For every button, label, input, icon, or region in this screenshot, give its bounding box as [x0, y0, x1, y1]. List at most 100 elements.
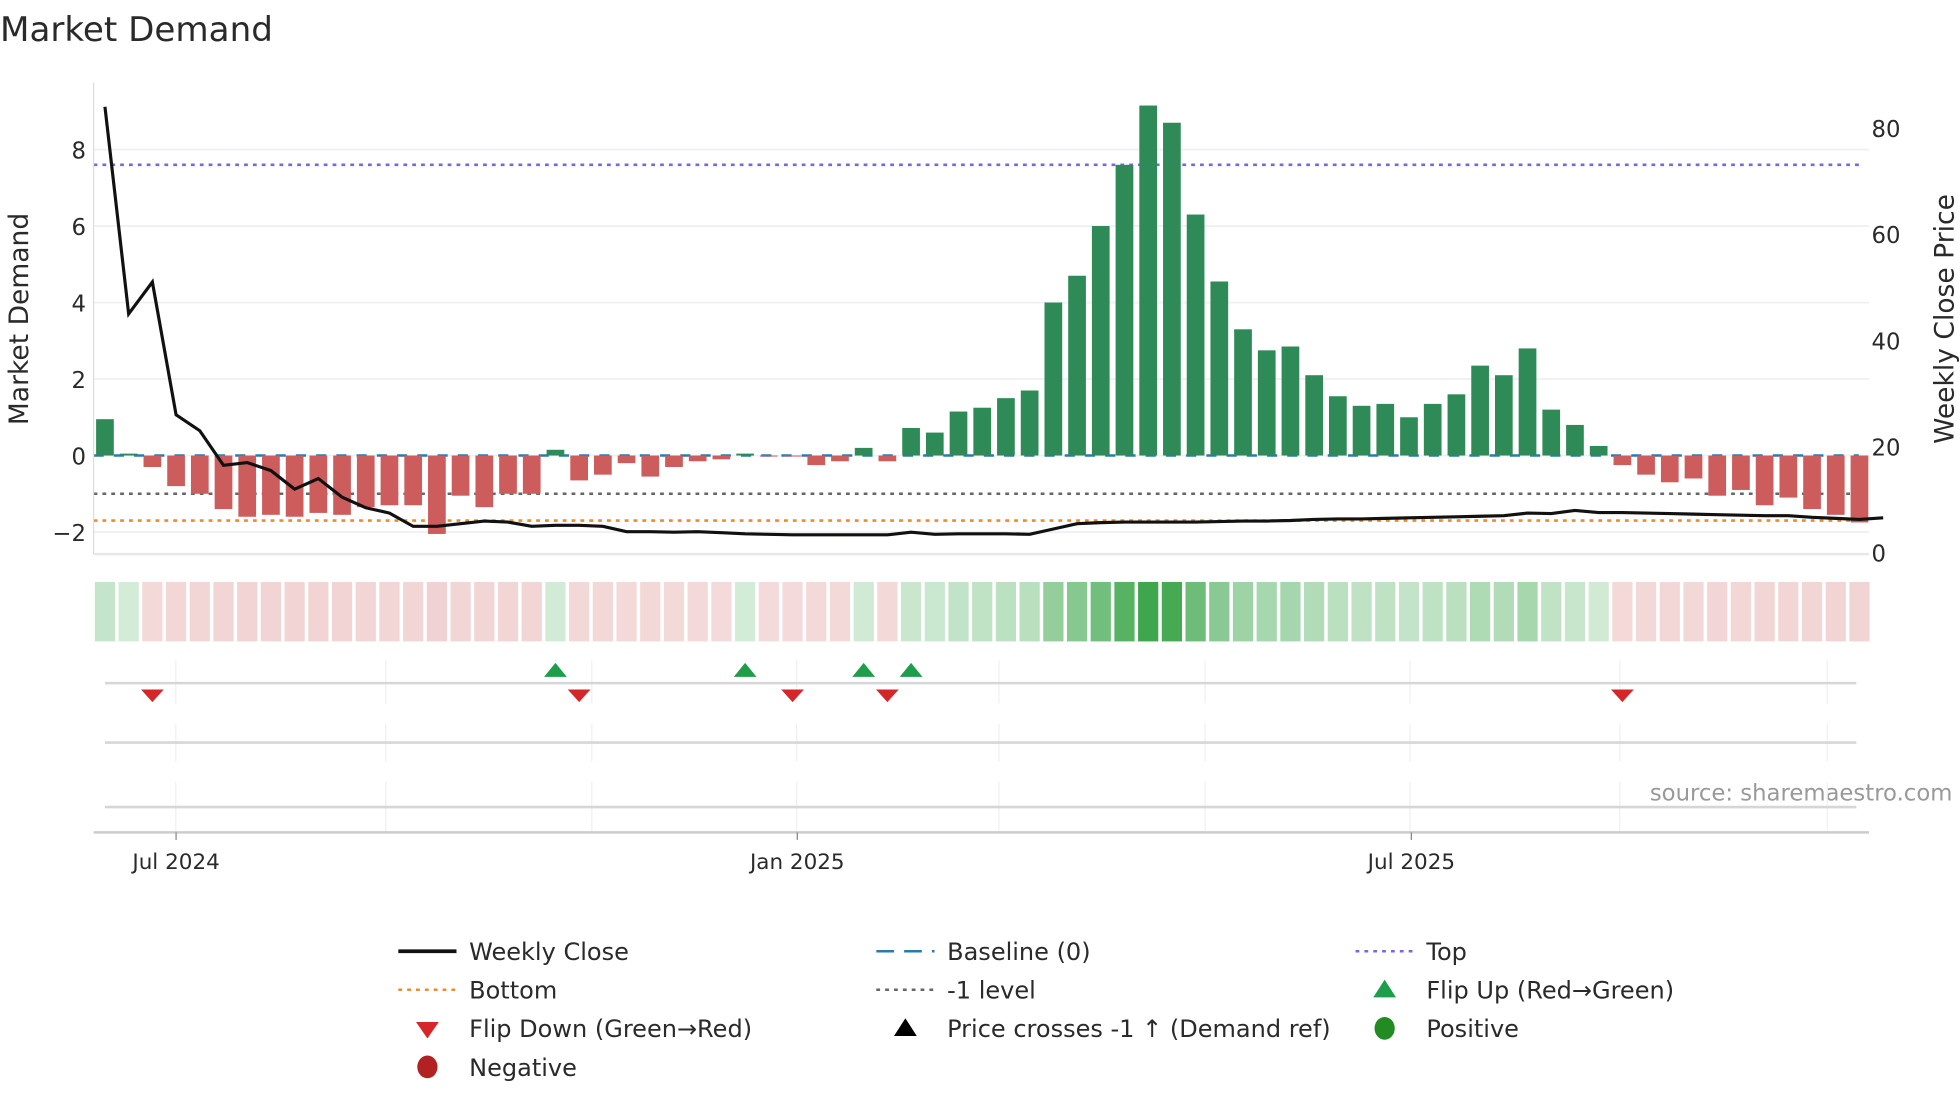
heatmap-cell	[284, 581, 305, 642]
demand-bar	[1305, 375, 1323, 456]
heatmap-cell	[450, 581, 471, 642]
demand-bar	[1850, 455, 1869, 523]
heatmap-cell	[1304, 581, 1325, 642]
heatmap-cell	[1161, 581, 1183, 642]
heatmap-cell	[426, 581, 448, 642]
legend-label: Positive	[1426, 1015, 1519, 1043]
y-tick-label: 8	[72, 138, 86, 164]
y2-tick-label: 80	[1871, 117, 1900, 143]
flip-up-marker	[852, 662, 876, 677]
heatmap-cell	[1541, 581, 1562, 642]
demand-bar	[854, 447, 873, 456]
heatmap-cell	[806, 581, 827, 642]
demand-bar	[546, 449, 565, 456]
demand-bar	[1044, 302, 1063, 456]
demand-bar	[522, 455, 541, 494]
heatmap-cell	[94, 581, 116, 642]
chart-title: Market Demand	[0, 10, 273, 50]
heatmap-cell	[900, 581, 922, 642]
y-axis-label: Market Demand	[4, 213, 35, 425]
demand-bar	[641, 455, 660, 477]
heatmap-cell	[687, 581, 708, 642]
demand-bar	[665, 455, 683, 468]
heatmap-cell	[877, 581, 898, 642]
flip-up-marker	[544, 662, 567, 677]
heatmap-cell	[995, 581, 1017, 642]
heatmap-cell	[1327, 581, 1348, 642]
demand-bar	[1779, 455, 1798, 498]
legend-label: Bottom	[469, 977, 557, 1005]
heatmap-cell	[403, 581, 424, 642]
demand-bar	[1068, 275, 1086, 456]
demand-bar	[1352, 405, 1371, 456]
demand-bar	[1732, 455, 1750, 490]
flip-down-marker	[875, 689, 899, 703]
heatmap-cell	[1517, 581, 1538, 642]
demand-bar	[1186, 214, 1205, 456]
heatmap-cell	[1659, 581, 1680, 642]
demand-bar	[475, 455, 494, 508]
source-label: source: sharemaestro.com	[1650, 781, 1953, 807]
heatmap-cell	[711, 581, 732, 642]
demand-bar	[451, 455, 470, 496]
demand-bar	[925, 432, 944, 456]
heatmap-cell	[1256, 581, 1277, 642]
heatmap-cell	[1066, 581, 1088, 642]
legend-circle-icon	[417, 1055, 438, 1079]
heatmap-cell	[189, 581, 210, 642]
heatmap-cell	[663, 581, 685, 642]
y2-tick-label: 60	[1871, 223, 1900, 249]
demand-bar	[333, 455, 351, 515]
demand-bar	[143, 455, 162, 468]
heatmap-cell	[1707, 581, 1728, 642]
demand-bar	[1471, 365, 1489, 456]
heatmap-cell	[165, 581, 187, 642]
heatmap-cell	[1683, 581, 1704, 642]
demand-bar	[96, 419, 114, 456]
y2-tick-label: 0	[1871, 542, 1885, 568]
flip-down-marker	[781, 689, 804, 703]
demand-bar	[119, 453, 138, 456]
legend-triangle-up-icon	[1373, 979, 1397, 998]
heatmap-cell	[331, 581, 353, 642]
heatmap-cell	[545, 581, 566, 642]
x-tick-label: Jan 2025	[748, 850, 845, 875]
legend-triangle-up-icon	[894, 1018, 917, 1036]
heatmap-cell	[1019, 581, 1040, 642]
heatmap-cell	[1493, 581, 1514, 642]
heatmap-cell	[1801, 581, 1823, 642]
y2-tick-label: 40	[1871, 329, 1900, 355]
heatmap-cell	[1114, 581, 1135, 642]
heatmap-cell	[497, 581, 519, 642]
heatmap-cell	[1209, 581, 1230, 642]
heatmap-cell	[569, 581, 590, 642]
heatmap-cell	[853, 581, 874, 642]
heatmap-cell	[948, 581, 969, 642]
flip-up-marker	[733, 662, 757, 677]
flip-down-marker	[1610, 689, 1634, 703]
heatmap-cell	[1635, 581, 1657, 642]
heatmap-cell	[1849, 581, 1870, 642]
heatmap-cell	[1754, 581, 1775, 642]
demand-bar	[1803, 455, 1821, 510]
heatmap-cell	[1043, 581, 1064, 642]
heatmap-cell	[213, 581, 234, 642]
demand-bar	[1210, 281, 1229, 456]
legend-triangle-down-icon	[416, 1022, 439, 1039]
legend-label: Baseline (0)	[947, 938, 1090, 966]
demand-bar	[1115, 164, 1134, 456]
legend-label: -1 level	[947, 977, 1036, 1005]
flip-up-marker	[899, 662, 923, 677]
demand-bar	[1257, 350, 1276, 456]
demand-bar	[262, 455, 280, 515]
heatmap-cell	[1185, 581, 1206, 642]
demand-bar	[1542, 409, 1561, 456]
demand-bar	[356, 455, 375, 508]
x-tick-label: Jul 2025	[1366, 850, 1455, 875]
demand-bar	[1400, 417, 1418, 456]
demand-bar	[1329, 396, 1347, 456]
demand-bar	[736, 453, 754, 456]
heatmap-cell	[118, 581, 139, 642]
demand-bar	[1234, 329, 1252, 456]
heatmap-cell	[1564, 581, 1586, 642]
